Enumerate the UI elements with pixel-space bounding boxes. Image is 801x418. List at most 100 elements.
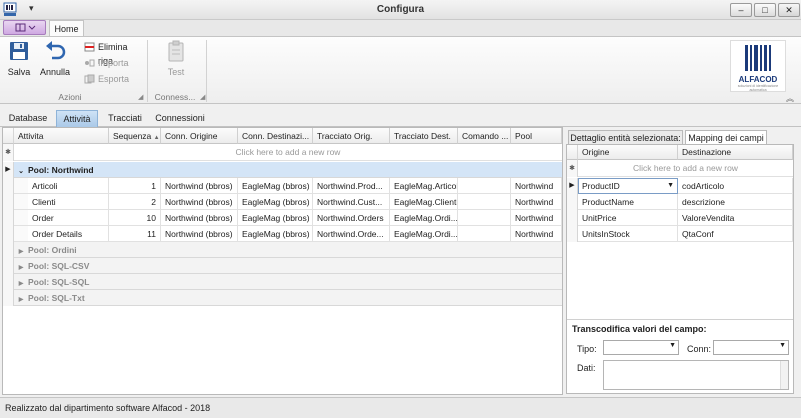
tab-connessioni[interactable]: Connessioni — [152, 110, 208, 127]
cell-tracciato-orig[interactable]: Northwind.Prod... — [313, 178, 390, 194]
cell-tracciato-dest[interactable]: EagleMag.Articoli — [390, 178, 458, 194]
cell-conn-destinazione[interactable]: EagleMag (bbros) — [238, 178, 313, 194]
dati-textarea[interactable] — [603, 360, 789, 390]
cell-tracciato-dest[interactable]: EagleMag.Clienti — [390, 194, 458, 210]
cell-origine[interactable]: ProductName — [578, 194, 678, 210]
row-indicator[interactable] — [567, 226, 578, 242]
cell-tracciato-dest[interactable]: EagleMag.Ordi... — [390, 210, 458, 226]
cell-pool[interactable]: Northwind — [511, 178, 562, 194]
logo-text: ALFACOD — [738, 75, 778, 84]
cell-comando[interactable] — [458, 178, 511, 194]
group-row-northwind[interactable]: ⌄ Pool: Northwind — [14, 162, 562, 178]
group-row-sql-txt[interactable]: ▶ Pool: SQL-Txt — [14, 290, 562, 306]
scrollbar[interactable] — [780, 361, 788, 389]
cell-sequenza[interactable]: 10 — [109, 210, 161, 226]
restore-button[interactable]: □ — [754, 3, 776, 17]
tab-database[interactable]: Database — [4, 110, 52, 127]
col-header-destinazione[interactable]: Destinazione — [678, 145, 793, 160]
mapping-panel: Origine Destinazione ✱ Click here to add… — [566, 144, 794, 394]
cell-conn-destinazione[interactable]: EagleMag (bbros) — [238, 210, 313, 226]
cell-tracciato-orig[interactable]: Northwind.Orde... — [313, 226, 390, 242]
row-indicator[interactable] — [3, 210, 14, 226]
quick-access-dropdown[interactable]: ▾ — [29, 3, 34, 14]
import-icon — [85, 59, 95, 67]
chevron-down-icon[interactable]: ▼ — [667, 178, 674, 194]
cell-comando[interactable] — [458, 210, 511, 226]
conn-select[interactable]: ▼ — [713, 340, 789, 355]
group-row-ordini[interactable]: ▶ Pool: Ordini — [14, 242, 562, 258]
col-header-sequenza-label: Sequenza — [113, 131, 152, 141]
tipo-select[interactable]: ▼ — [603, 340, 679, 355]
col-header-sequenza[interactable]: Sequenza ▲ — [109, 128, 161, 144]
save-button[interactable]: Salva — [4, 40, 34, 90]
cell-tracciato-orig[interactable]: Northwind.Cust... — [313, 194, 390, 210]
cell-conn-destinazione[interactable]: EagleMag (bbros) — [238, 226, 313, 242]
expand-chevron-icon[interactable]: ▶ — [14, 292, 28, 308]
test-button[interactable]: Test — [158, 40, 194, 90]
row-indicator[interactable] — [3, 226, 14, 242]
row-indicator[interactable] — [567, 194, 578, 210]
export-button[interactable]: Esporta — [84, 72, 144, 86]
transcodifica-title: Transcodifica valori del campo: — [572, 324, 707, 334]
cell-sequenza[interactable]: 11 — [109, 226, 161, 242]
tab-home[interactable]: Home — [49, 20, 84, 37]
cell-destinazione[interactable]: codArticolo — [678, 178, 793, 194]
cell-sequenza[interactable]: 1 — [109, 178, 161, 194]
cell-conn-origine[interactable]: Northwind (bbros) — [161, 194, 238, 210]
logo-tagline: soluzioni di identificazione automatica — [737, 84, 779, 92]
cell-origine[interactable]: UnitPrice — [578, 210, 678, 226]
tab-tracciati[interactable]: Tracciati — [104, 110, 146, 127]
delete-row-button[interactable]: Elimina riga — [84, 40, 144, 66]
add-new-row[interactable]: Click here to add a new row — [14, 144, 562, 161]
cell-attivita[interactable]: Clienti — [28, 194, 109, 210]
application-menu-button[interactable] — [3, 20, 46, 35]
cell-attivita[interactable]: Order — [28, 210, 109, 226]
cell-pool[interactable]: Northwind — [511, 226, 562, 242]
col-header-pool[interactable]: Pool — [511, 128, 562, 144]
status-text: Realizzato dal dipartimento software Alf… — [5, 403, 211, 413]
col-header-tracciato-dest[interactable]: Tracciato Dest. — [390, 128, 458, 144]
row-indicator[interactable]: ▶ — [567, 178, 578, 194]
cell-comando[interactable] — [458, 194, 511, 210]
tab-attivita[interactable]: Attività — [56, 110, 98, 127]
col-header-tracciato-orig[interactable]: Tracciato Orig. — [313, 128, 390, 144]
cell-tracciato-dest[interactable]: EagleMag.Ordi... — [390, 226, 458, 242]
add-new-mapping-row[interactable]: Click here to add a new row — [578, 160, 793, 177]
minimize-button[interactable]: – — [730, 3, 752, 17]
cell-destinazione[interactable]: QtaConf — [678, 226, 793, 242]
row-indicator[interactable] — [3, 194, 14, 210]
cell-conn-origine[interactable]: Northwind (bbros) — [161, 178, 238, 194]
group-launcher-icon[interactable]: ◢ — [200, 93, 205, 101]
cell-conn-origine[interactable]: Northwind (bbros) — [161, 226, 238, 242]
close-button[interactable]: ✕ — [778, 3, 800, 17]
col-header-conn-destinazione[interactable]: Conn. Destinazi... — [238, 128, 313, 144]
cell-tracciato-orig[interactable]: Northwind.Orders — [313, 210, 390, 226]
cell-origine[interactable]: UnitsInStock — [578, 226, 678, 242]
col-header-conn-origine[interactable]: Conn. Origine — [161, 128, 238, 144]
tab-dettaglio-entita[interactable]: Dettaglio entità selezionata: — [568, 130, 683, 145]
cell-pool[interactable]: Northwind — [511, 194, 562, 210]
group-launcher-icon[interactable]: ◢ — [138, 93, 143, 101]
cell-conn-origine[interactable]: Northwind (bbros) — [161, 210, 238, 226]
cell-destinazione[interactable]: ValoreVendita — [678, 210, 793, 226]
cell-attivita[interactable]: Order Details — [28, 226, 109, 242]
cell-sequenza[interactable]: 2 — [109, 194, 161, 210]
row-indicator[interactable] — [3, 178, 14, 194]
group-label-connessioni: Conness... — [154, 92, 196, 102]
cell-attivita[interactable]: Articoli — [28, 178, 109, 194]
cell-pool[interactable]: Northwind — [511, 210, 562, 226]
row-indicator[interactable] — [567, 210, 578, 226]
cell-conn-destinazione[interactable]: EagleMag (bbros) — [238, 194, 313, 210]
import-button[interactable]: Importa — [84, 56, 144, 70]
undo-button[interactable]: Annulla — [38, 40, 72, 90]
cell-origine[interactable]: ProductID ▼ — [578, 178, 678, 194]
cell-comando[interactable] — [458, 226, 511, 242]
cell-destinazione[interactable]: descrizione — [678, 194, 793, 210]
collapse-ribbon-icon[interactable]: ︽ — [786, 93, 794, 104]
col-header-comando[interactable]: Comando ... — [458, 128, 511, 144]
col-header-attivita[interactable]: Attivita — [14, 128, 109, 144]
col-header-origine[interactable]: Origine — [578, 145, 678, 160]
group-row-sql-csv[interactable]: ▶ Pool: SQL-CSV — [14, 258, 562, 274]
app-icon[interactable] — [3, 2, 17, 17]
group-row-sql-sql[interactable]: ▶ Pool: SQL-SQL — [14, 274, 562, 290]
